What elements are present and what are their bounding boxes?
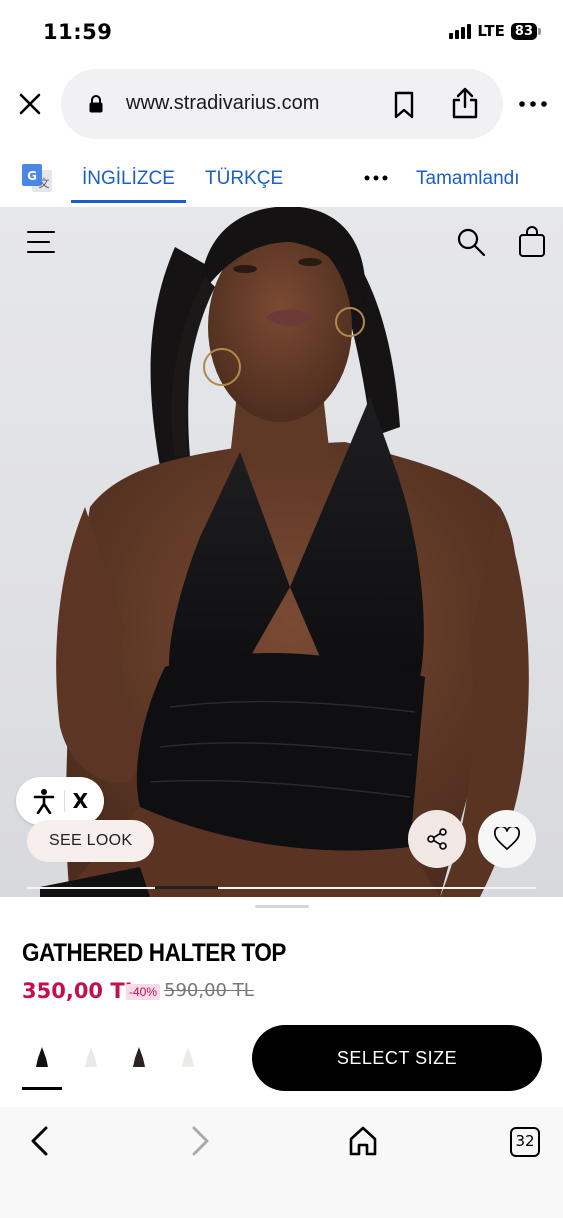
lock-icon — [89, 95, 103, 113]
heart-icon — [494, 827, 520, 850]
original-price: 590,00 TL — [164, 980, 254, 1001]
browser-bottom-nav: 32 — [0, 1107, 563, 1218]
share-product-button[interactable] — [408, 810, 466, 868]
discount-badge: -40% — [126, 984, 161, 1000]
color-swatch-black[interactable] — [22, 1037, 62, 1090]
battery-level: 83 — [510, 22, 537, 40]
product-name: GATHERED HALTER TOP — [22, 939, 286, 967]
share-icon[interactable] — [451, 86, 479, 120]
see-look-button[interactable]: SEE LOOK — [27, 820, 155, 862]
hamburger-menu-icon[interactable] — [27, 229, 55, 255]
address-field[interactable]: www.stradivarius.com — [61, 69, 503, 139]
halter-top-black-thumbnail — [36, 1047, 48, 1067]
color-swatch-white[interactable] — [71, 1037, 111, 1077]
carousel-progress-indicator — [155, 886, 218, 889]
tab-count-button[interactable]: 32 — [510, 1127, 540, 1157]
halter-top-white-thumbnail — [85, 1047, 97, 1067]
share-nodes-icon — [427, 828, 447, 850]
translate-more-icon[interactable] — [364, 174, 388, 182]
color-swatch-cream[interactable] — [168, 1037, 208, 1077]
translate-bar: 文 G İNGİLİZCE TÜRKÇE Tamamlandı — [0, 144, 563, 207]
accessibility-widget[interactable]: X — [16, 777, 104, 825]
select-size-button[interactable]: SELECT SIZE — [252, 1025, 542, 1091]
forward-icon[interactable] — [190, 1125, 212, 1157]
color-swatch-brown[interactable] — [119, 1037, 159, 1077]
accessibility-icon[interactable] — [32, 788, 56, 814]
battery-icon: 83 — [510, 22, 541, 40]
carousel-progress — [27, 886, 536, 889]
tab-source-language[interactable]: İNGİLİZCE — [71, 168, 186, 203]
home-icon[interactable] — [348, 1125, 378, 1157]
network-label: LTE — [477, 22, 505, 40]
status-time: 11:59 — [43, 20, 113, 44]
tab-target-language[interactable]: TÜRKÇE — [205, 168, 283, 190]
bookmark-icon[interactable] — [393, 91, 415, 119]
current-price: 350,00 TL — [22, 979, 139, 1003]
svg-text:G: G — [27, 169, 37, 183]
favorite-button[interactable] — [478, 810, 536, 868]
url-text[interactable]: www.stradivarius.com — [126, 92, 319, 115]
translate-done-button[interactable]: Tamamlandı — [416, 168, 520, 190]
status-bar: 11:59 LTE 83 — [0, 0, 563, 64]
product-info-sheet: GATHERED HALTER TOP 350,00 TL -40% 590,0… — [0, 897, 563, 1107]
product-image-carousel[interactable]: X SEE LOOK — [0, 207, 563, 897]
more-options-icon[interactable] — [516, 94, 550, 114]
signal-icon — [449, 23, 472, 39]
back-icon[interactable] — [28, 1125, 50, 1157]
halter-top-brown-thumbnail — [133, 1047, 145, 1067]
status-indicators: LTE 83 — [449, 22, 541, 40]
accessibility-close-button[interactable]: X — [73, 789, 88, 813]
close-icon[interactable] — [16, 90, 44, 118]
browser-url-bar: www.stradivarius.com — [0, 64, 563, 144]
sheet-drag-handle[interactable] — [255, 905, 309, 908]
shopping-bag-icon[interactable] — [517, 226, 547, 258]
search-icon[interactable] — [456, 227, 486, 257]
halter-top-cream-thumbnail — [182, 1047, 194, 1067]
google-translate-icon[interactable]: 文 G — [22, 164, 54, 194]
